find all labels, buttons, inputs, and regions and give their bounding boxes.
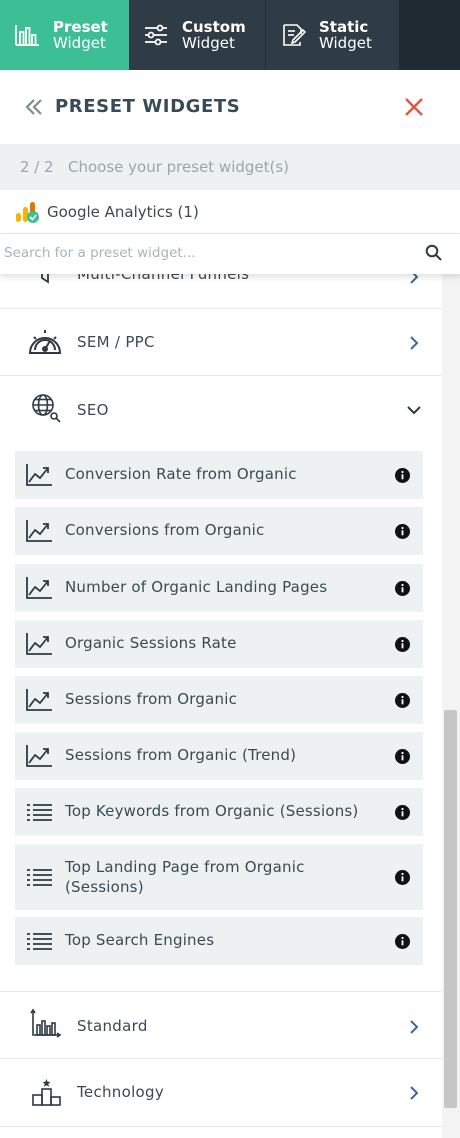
trend-chart-icon — [26, 689, 52, 711]
category-label: Technology — [77, 1083, 165, 1101]
search-input[interactable] — [0, 234, 420, 272]
speedometer-icon — [28, 330, 62, 354]
widget-item[interactable]: Conversions from Organic — [15, 507, 423, 555]
info-icon[interactable] — [395, 693, 410, 708]
widget-type-tabs: Preset Widget Custom Widget Static Widget — [0, 0, 460, 70]
info-icon[interactable] — [395, 581, 410, 596]
widget-item-label: Organic Sessions Rate — [65, 634, 237, 652]
double-chevron-left-icon[interactable] — [25, 98, 43, 116]
tab-label-sub: Widget — [53, 34, 106, 52]
list-icon — [27, 869, 52, 886]
widget-item-label: Number of Organic Landing Pages — [65, 578, 328, 596]
category-technology[interactable]: Technology — [0, 1059, 442, 1127]
step-indicator: 2 / 2 Choose your preset widget(s) — [0, 144, 460, 190]
widget-item-label: Sessions from Organic (Trend) — [65, 746, 297, 764]
data-source-name: Google Analytics (1) — [47, 203, 199, 221]
chevron-right-icon — [410, 1086, 419, 1100]
widget-item[interactable]: Number of Organic Landing Pages — [15, 564, 423, 612]
chevron-right-icon — [410, 1020, 419, 1034]
info-icon[interactable] — [395, 468, 410, 483]
trend-chart-icon — [26, 577, 52, 599]
widget-item-label: Conversions from Organic — [65, 521, 265, 539]
info-icon[interactable] — [395, 870, 410, 885]
tab-custom-widget[interactable]: Custom Widget — [129, 0, 266, 70]
chevron-right-icon — [410, 274, 419, 284]
widget-item-label: Top Search Engines — [65, 931, 215, 949]
category-seo[interactable]: SEO — [0, 376, 442, 444]
tab-static-widget[interactable]: Static Widget — [266, 0, 399, 70]
search-bar — [0, 234, 460, 274]
widget-item[interactable]: Sessions from Organic — [15, 676, 423, 724]
widget-item[interactable]: Organic Sessions Rate — [15, 620, 423, 668]
category-label: Multi-Channel Funnels — [77, 274, 250, 283]
tab-label-bold: Static — [319, 18, 369, 36]
info-icon[interactable] — [395, 637, 410, 652]
widget-item[interactable]: Sessions from Organic (Trend) — [15, 732, 423, 780]
tab-label-bold: Custom — [182, 18, 246, 36]
funnel-icon — [41, 274, 49, 284]
globe-search-icon — [32, 394, 61, 423]
widget-item[interactable]: Top Search Engines — [15, 917, 423, 965]
search-icon[interactable] — [425, 244, 443, 262]
widget-item[interactable]: Top Keywords from Organic (Sessions) — [15, 788, 423, 836]
podium-icon — [32, 1079, 61, 1106]
bar-chart-icon — [15, 25, 39, 46]
category-label: SEO — [77, 401, 109, 419]
widget-item-label: Top Landing Page from Organic (Sessions) — [65, 858, 305, 896]
tab-label-sub: Widget — [182, 34, 235, 52]
edit-icon — [283, 24, 306, 46]
scrollbar-thumb[interactable] — [444, 710, 457, 1108]
data-source-row: Google Analytics (1) — [0, 190, 460, 234]
trend-chart-icon — [26, 464, 52, 486]
category-label: Standard — [77, 1017, 148, 1035]
widget-item[interactable]: Conversion Rate from Organic — [15, 451, 423, 499]
list-icon — [27, 933, 52, 950]
trend-chart-icon — [26, 520, 52, 542]
chevron-right-icon — [410, 336, 419, 350]
sliders-icon — [145, 24, 167, 46]
category-label: SEM / PPC — [77, 333, 155, 351]
info-icon[interactable] — [395, 805, 410, 820]
step-description: Choose your preset widget(s) — [68, 158, 290, 176]
category-multi-channel-funnels[interactable]: Multi-Channel Funnels — [0, 274, 442, 309]
info-icon[interactable] — [395, 524, 410, 539]
tab-label-bold: Preset — [53, 18, 108, 36]
widget-item[interactable]: Top Landing Page from Organic (Sessions) — [15, 844, 423, 910]
panel-header: PRESET WIDGETS — [0, 70, 460, 144]
google-analytics-icon — [16, 202, 39, 223]
tab-label-sub: Widget — [319, 34, 372, 52]
widget-item-label: Top Keywords from Organic (Sessions) — [65, 802, 359, 820]
bar-chart-axes-icon — [30, 1008, 62, 1038]
trend-chart-icon — [26, 633, 52, 655]
step-counter: 2 / 2 — [20, 158, 54, 176]
list-icon — [27, 804, 52, 821]
category-list: Multi-Channel Funnels SEM / PPC SEO Conv… — [0, 274, 442, 1138]
category-standard[interactable]: Standard — [0, 991, 442, 1059]
category-sem-ppc[interactable]: SEM / PPC — [0, 309, 442, 376]
trend-chart-icon — [26, 745, 52, 767]
close-icon[interactable] — [404, 97, 424, 117]
widget-item-label: Conversion Rate from Organic — [65, 465, 297, 483]
chevron-down-icon — [407, 406, 421, 415]
tab-preset-widget[interactable]: Preset Widget — [0, 0, 129, 70]
info-icon[interactable] — [395, 934, 410, 949]
page-title: PRESET WIDGETS — [55, 96, 241, 117]
widget-item-label: Sessions from Organic — [65, 690, 238, 708]
info-icon[interactable] — [395, 749, 410, 764]
